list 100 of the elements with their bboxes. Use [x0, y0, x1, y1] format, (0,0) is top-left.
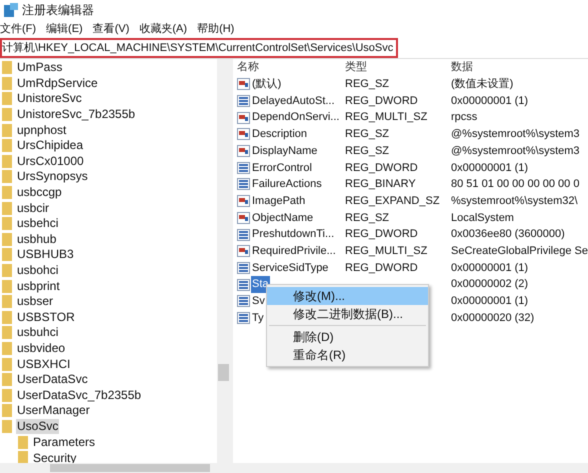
- value-name[interactable]: Ty: [251, 310, 265, 326]
- value-data: @%systemroot%\system3: [451, 128, 580, 140]
- folder-icon: [2, 186, 12, 200]
- window-title: 注册表编辑器: [22, 2, 94, 19]
- value-data: 0x0036ee80 (3600000): [451, 228, 565, 240]
- tree-item[interactable]: Security: [32, 448, 78, 467]
- value-data: (数值未设置): [451, 78, 514, 90]
- scrollbar-thumb[interactable]: [218, 364, 229, 381]
- tree-item[interactable]: UrsSynopsys: [16, 169, 89, 184]
- value-name[interactable]: FailureActions: [251, 176, 323, 193]
- value-type: REG_SZ: [345, 78, 390, 90]
- tree-item[interactable]: UrsCx01000: [16, 154, 85, 169]
- value-data: 0x00000002 (2): [451, 278, 528, 290]
- folder-icon: [18, 436, 28, 449]
- value-name[interactable]: Description: [251, 126, 308, 143]
- tree-item[interactable]: UserManager: [16, 403, 91, 418]
- value-name[interactable]: (默认): [251, 76, 282, 93]
- address-field[interactable]: 计算机\HKEY_LOCAL_MACHINE\SYSTEM\CurrentControlSet\Services\UsoSvc: [0, 38, 398, 58]
- tree-item[interactable]: UnistoreSvc_7b2355b: [16, 107, 136, 122]
- tree-item[interactable]: usbprint: [16, 278, 61, 294]
- horizontal-scrollbar[interactable]: [0, 463, 588, 473]
- tree-item[interactable]: UmPass: [16, 60, 64, 76]
- tree-item[interactable]: UsoSvc: [16, 418, 60, 434]
- tree-item[interactable]: usbvideo: [16, 340, 66, 356]
- scrollbar-thumb[interactable]: [50, 464, 210, 472]
- tree-item[interactable]: usbuhci: [16, 325, 60, 340]
- value-data: 0x00000020 (32): [451, 312, 534, 324]
- string-value-icon: [237, 245, 250, 258]
- tree-item[interactable]: usbehci: [16, 216, 60, 232]
- value-type: REG_DWORD: [345, 262, 418, 274]
- value-name[interactable]: DelayedAutoSt...: [251, 92, 336, 110]
- value-name[interactable]: ImagePath: [251, 192, 306, 210]
- menu-item[interactable]: 帮助(H): [197, 20, 234, 38]
- value-type: REG_MULTI_SZ: [345, 244, 428, 257]
- value-type: REG_DWORD: [345, 162, 418, 174]
- value-name[interactable]: DependOnServi...: [251, 109, 340, 126]
- menu-option[interactable]: 删除(D): [267, 328, 428, 346]
- tree-item[interactable]: usbccgp: [16, 185, 63, 200]
- value-type: REG_DWORD: [345, 228, 418, 240]
- menu-option[interactable]: 修改二进制数据(B)...: [267, 305, 428, 323]
- menu-item[interactable]: 编辑(E): [46, 20, 83, 38]
- value-data: 0x00000001 (1): [451, 262, 528, 274]
- value-name[interactable]: PreshutdownTi...: [251, 226, 336, 243]
- menu-option[interactable]: 重命名(R): [267, 346, 428, 364]
- value-name[interactable]: ObjectName: [251, 210, 314, 226]
- string-value-icon: [237, 128, 250, 140]
- tree-item[interactable]: USBXHCI: [16, 356, 72, 372]
- value-type: REG_SZ: [345, 212, 390, 224]
- value-name[interactable]: Sv: [251, 293, 266, 310]
- tree-item[interactable]: usbser: [16, 294, 54, 310]
- tree-item[interactable]: UserDataSvc: [16, 372, 89, 388]
- column-header[interactable]: 名称: [233, 59, 345, 76]
- binary-value-icon: [237, 95, 250, 108]
- folder-icon: [2, 154, 12, 168]
- binary-value-icon: [237, 178, 250, 190]
- folder-icon: [2, 248, 12, 262]
- tree-item[interactable]: UserDataSvc_7b2355b: [16, 388, 142, 403]
- folder-icon: [2, 124, 12, 137]
- string-value-icon: [237, 112, 250, 124]
- tree-item[interactable]: usbcir: [16, 200, 50, 216]
- folder-icon: [2, 264, 12, 278]
- binary-value-icon: [237, 312, 250, 324]
- menu-item[interactable]: 查看(V): [92, 20, 130, 38]
- tree-item[interactable]: USBSTOR: [16, 310, 76, 325]
- menu-item[interactable]: 收藏夹(A): [139, 20, 188, 38]
- binary-value-icon: [237, 295, 250, 308]
- folder-icon: [2, 232, 12, 246]
- string-value-icon: [237, 195, 250, 208]
- tree-item[interactable]: UmRdpService: [16, 76, 99, 91]
- tree-item[interactable]: upnphost: [16, 122, 68, 138]
- binary-value-icon: [237, 262, 250, 274]
- value-name[interactable]: DisplayName: [251, 142, 318, 160]
- value-type: REG_EXPAND_SZ: [345, 194, 440, 207]
- value-name[interactable]: RequiredPrivile...: [251, 242, 337, 260]
- binary-value-icon: [237, 162, 250, 174]
- string-value-icon: [237, 145, 250, 158]
- tree-item[interactable]: Parameters: [32, 433, 96, 452]
- scrollbar[interactable]: [217, 59, 230, 463]
- value-name[interactable]: ErrorControl: [251, 160, 313, 176]
- value-data: 0x00000001 (1): [451, 94, 528, 107]
- menu-item[interactable]: 文件(F): [0, 20, 36, 38]
- folder-icon: [2, 76, 12, 90]
- folder-icon: [2, 388, 12, 402]
- folder-icon: [2, 217, 12, 230]
- tree-item[interactable]: USBHUB3: [16, 247, 75, 262]
- column-header[interactable]: 数据: [451, 59, 588, 76]
- value-type: REG_BINARY: [345, 178, 416, 190]
- folder-icon: [2, 295, 12, 308]
- value-name[interactable]: ServiceSidType: [251, 260, 330, 276]
- tree-item[interactable]: usbhub: [16, 232, 58, 247]
- tree-item[interactable]: usbohci: [16, 263, 60, 278]
- folder-icon: [2, 139, 12, 152]
- string-value-icon: [237, 212, 250, 224]
- value-type: REG_SZ: [345, 144, 390, 157]
- folder-icon: [18, 451, 28, 464]
- value-data: LocalSystem: [451, 212, 514, 224]
- tree-item[interactable]: UnistoreSvc: [16, 91, 83, 106]
- column-header[interactable]: 类型: [345, 59, 451, 76]
- tree-item[interactable]: UrsChipidea: [16, 138, 84, 154]
- menu-option[interactable]: 修改(M)...: [267, 287, 428, 305]
